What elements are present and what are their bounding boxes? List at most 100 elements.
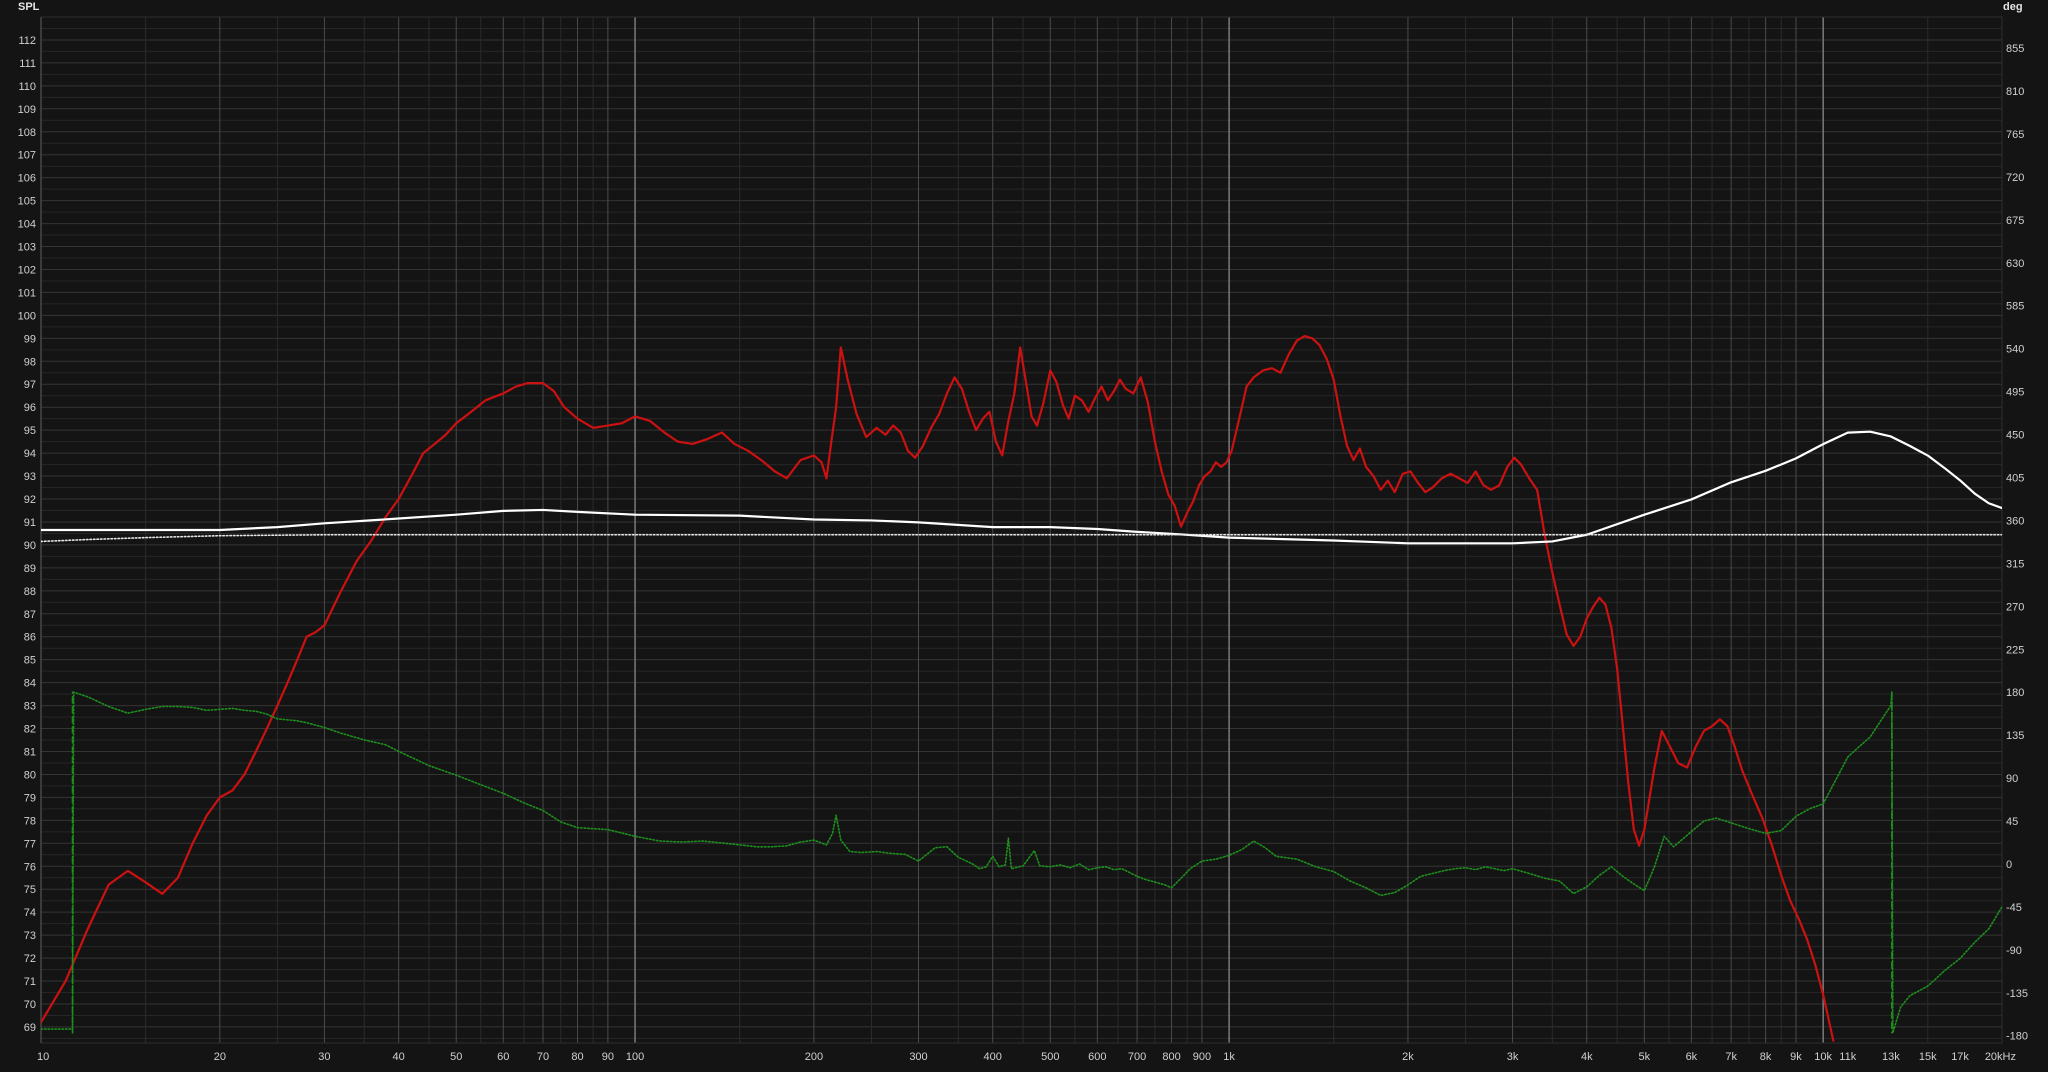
left-tick-label: 81 xyxy=(24,746,36,758)
right-tick-label: 270 xyxy=(2006,601,2024,613)
left-tick-label: 73 xyxy=(24,930,36,942)
x-tick-label: 3k xyxy=(1507,1051,1519,1063)
x-tick-label: 50 xyxy=(450,1051,462,1063)
x-tick-label: 10 xyxy=(37,1051,49,1063)
left-tick-label: 71 xyxy=(24,976,36,988)
left-tick-label: 88 xyxy=(24,586,36,598)
x-tick-label: 80 xyxy=(571,1051,583,1063)
right-tick-label: 450 xyxy=(2006,430,2024,442)
right-tick-label: 180 xyxy=(2006,687,2024,699)
left-tick-label: 92 xyxy=(24,494,36,506)
left-tick-label: 94 xyxy=(24,448,36,460)
x-tick-label: 15k xyxy=(1919,1051,1937,1063)
left-tick-label: 107 xyxy=(18,150,36,162)
right-tick-label: 0 xyxy=(2006,859,2012,871)
x-tick-label: 20kHz xyxy=(1985,1051,2016,1063)
x-tick-label: 60 xyxy=(497,1051,509,1063)
left-tick-label: 93 xyxy=(24,471,36,483)
x-tick-label: 800 xyxy=(1162,1051,1180,1063)
right-tick-label: 90 xyxy=(2006,773,2018,785)
left-tick-label: 101 xyxy=(18,287,36,299)
left-tick-label: 99 xyxy=(24,333,36,345)
left-tick-label: 80 xyxy=(24,769,36,781)
frequency-response-chart: SPL deg 69 70 71 72 73 74 75 76 77 78 79 80 81 82 83 84… xyxy=(0,0,2048,1067)
chart-svg: SPL deg 69 70 71 72 73 74 75 76 77 78 79 80 81 82 83 84… xyxy=(18,1,2028,1063)
x-tick-label: 100 xyxy=(626,1051,644,1063)
x-tick-label: 11k xyxy=(1839,1051,1856,1063)
grid-layer xyxy=(40,16,2003,1044)
left-tick-label: 74 xyxy=(24,907,36,919)
left-tick-label: 97 xyxy=(24,379,36,391)
left-tick-label: 86 xyxy=(24,632,36,644)
left-axis-title: SPL xyxy=(18,1,40,13)
right-tick-label: 315 xyxy=(2006,558,2024,570)
left-tick-label: 102 xyxy=(18,264,36,276)
right-tick-label: 45 xyxy=(2006,816,2018,828)
left-tick-label: 77 xyxy=(24,838,36,850)
left-tick-label: 104 xyxy=(18,219,36,231)
left-tick-label: 83 xyxy=(24,701,36,713)
left-tick-label: 105 xyxy=(18,196,36,208)
right-tick-label: 720 xyxy=(2006,172,2024,184)
left-tick-label: 85 xyxy=(24,655,36,667)
x-tick-label: 5k xyxy=(1639,1051,1651,1063)
x-tick-label: 1k xyxy=(1223,1051,1235,1063)
left-tick-label: 72 xyxy=(24,953,36,965)
right-tick-label: 810 xyxy=(2006,86,2024,98)
x-tick-label: 400 xyxy=(984,1051,1002,1063)
right-tick-label: -180 xyxy=(2006,1031,2028,1043)
x-tick-label: 90 xyxy=(602,1051,614,1063)
left-tick-label: 75 xyxy=(24,884,36,896)
left-tick-label: 108 xyxy=(18,127,36,139)
left-tick-label: 96 xyxy=(24,402,36,414)
left-tick-label: 87 xyxy=(24,609,36,621)
x-tick-label: 4k xyxy=(1581,1051,1593,1063)
left-tick-label: 112 xyxy=(18,35,36,47)
x-tick-label: 40 xyxy=(393,1051,405,1063)
x-tick-label: 10k xyxy=(1814,1051,1832,1063)
left-tick-label: 89 xyxy=(24,563,36,575)
right-tick-label: 540 xyxy=(2006,344,2024,356)
right-tick-label: 630 xyxy=(2006,258,2024,270)
x-tick-label: 8k xyxy=(1760,1051,1772,1063)
left-tick-label: 109 xyxy=(18,104,36,116)
left-tick-label: 69 xyxy=(24,1022,36,1034)
right-tick-label: 765 xyxy=(2006,129,2024,141)
x-tick-label: 6k xyxy=(1686,1051,1698,1063)
left-tick-label: 82 xyxy=(24,724,36,736)
left-tick-label: 100 xyxy=(18,310,36,322)
right-tick-label: 495 xyxy=(2006,387,2024,399)
x-tick-label: 200 xyxy=(805,1051,823,1063)
right-tick-label: -45 xyxy=(2006,902,2022,914)
left-tick-label: 79 xyxy=(24,792,36,804)
x-tick-label: 500 xyxy=(1041,1051,1059,1063)
left-tick-label: 76 xyxy=(24,861,36,873)
x-tick-label: 900 xyxy=(1193,1051,1211,1063)
left-tick-label: 70 xyxy=(24,999,36,1011)
left-tick-label: 78 xyxy=(24,815,36,827)
right-tick-label: 855 xyxy=(2006,43,2024,55)
left-tick-label: 111 xyxy=(19,58,36,70)
right-tick-label: 135 xyxy=(2006,730,2024,742)
left-tick-label: 106 xyxy=(18,173,36,185)
x-tick-label: 7k xyxy=(1725,1051,1737,1063)
left-tick-label: 91 xyxy=(24,517,36,529)
right-tick-label: -135 xyxy=(2006,988,2028,1000)
x-tick-label: 30 xyxy=(318,1051,330,1063)
x-tick-label: 700 xyxy=(1128,1051,1146,1063)
left-tick-label: 90 xyxy=(24,540,36,552)
right-tick-label: 360 xyxy=(2006,515,2024,527)
left-tick-label: 110 xyxy=(18,81,36,93)
left-tick-label: 84 xyxy=(24,678,36,690)
right-axis-title: deg xyxy=(2003,1,2023,13)
right-tick-label: 585 xyxy=(2006,301,2024,313)
right-tick-label: 405 xyxy=(2006,472,2024,484)
x-tick-label: 300 xyxy=(909,1051,927,1063)
left-tick-label: 95 xyxy=(24,425,36,437)
x-tick-label: 13k xyxy=(1882,1051,1900,1063)
right-tick-label: -90 xyxy=(2006,945,2022,957)
x-tick-label: 9k xyxy=(1790,1051,1802,1063)
x-tick-label: 20 xyxy=(214,1051,226,1063)
x-tick-label: 17k xyxy=(1951,1051,1969,1063)
right-tick-label: 675 xyxy=(2006,215,2024,227)
